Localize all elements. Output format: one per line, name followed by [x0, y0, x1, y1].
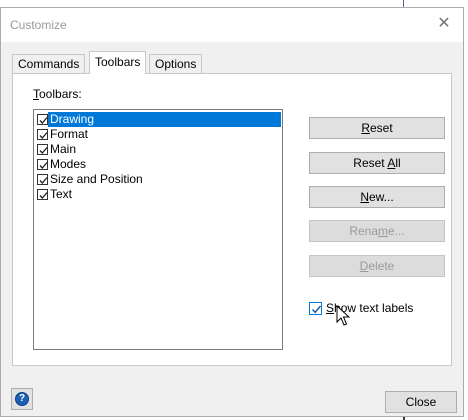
close-button[interactable]: Close [385, 391, 457, 413]
check-icon [39, 162, 48, 169]
tab-commands[interactable]: Commands [12, 54, 86, 73]
checkbox[interactable] [309, 301, 322, 315]
checkbox[interactable] [37, 114, 48, 125]
list-item[interactable]: Format [35, 127, 281, 142]
help-icon: ? [15, 392, 29, 406]
title-bar: Customize ✕ [1, 8, 463, 42]
rename-button[interactable]: Rename... [309, 220, 445, 242]
mouse-pointer-icon [336, 305, 350, 326]
toolbars-tab-panel: Toolbars: Drawing Format Main Modes Size… [12, 73, 452, 366]
toolbars-group-label: Toolbars: [33, 87, 82, 101]
list-item[interactable]: Text [35, 187, 281, 202]
checkbox[interactable] [37, 174, 48, 185]
check-icon [39, 192, 48, 199]
help-button[interactable]: ? [11, 388, 33, 410]
delete-button[interactable]: Delete [309, 255, 445, 277]
list-item[interactable]: Modes [35, 157, 281, 172]
reset-all-button[interactable]: Reset All [309, 152, 445, 174]
show-text-labels-checkbox[interactable]: Show text labels [309, 301, 413, 315]
list-item[interactable]: Main [35, 142, 281, 157]
check-icon [39, 132, 48, 139]
toolbars-list[interactable]: Drawing Format Main Modes Size and Posit… [33, 109, 283, 350]
check-icon [39, 147, 48, 154]
window-title: Customize [10, 18, 67, 32]
checkbox[interactable] [37, 189, 48, 200]
checkbox[interactable] [37, 144, 48, 155]
reset-button[interactable]: Reset [309, 117, 445, 139]
tab-options[interactable]: Options [149, 54, 203, 73]
new-button[interactable]: New... [309, 186, 445, 208]
check-icon [39, 177, 48, 184]
tab-toolbars[interactable]: Toolbars [89, 51, 147, 74]
close-icon[interactable]: ✕ [435, 14, 453, 32]
checkbox[interactable] [37, 159, 48, 170]
check-icon [311, 305, 322, 313]
check-icon [39, 117, 48, 124]
customize-dialog: Customize ✕ Commands Toolbars Options To… [0, 7, 464, 417]
checkbox[interactable] [37, 129, 48, 140]
list-item[interactable]: Drawing [35, 112, 281, 127]
list-item[interactable]: Size and Position [35, 172, 281, 187]
